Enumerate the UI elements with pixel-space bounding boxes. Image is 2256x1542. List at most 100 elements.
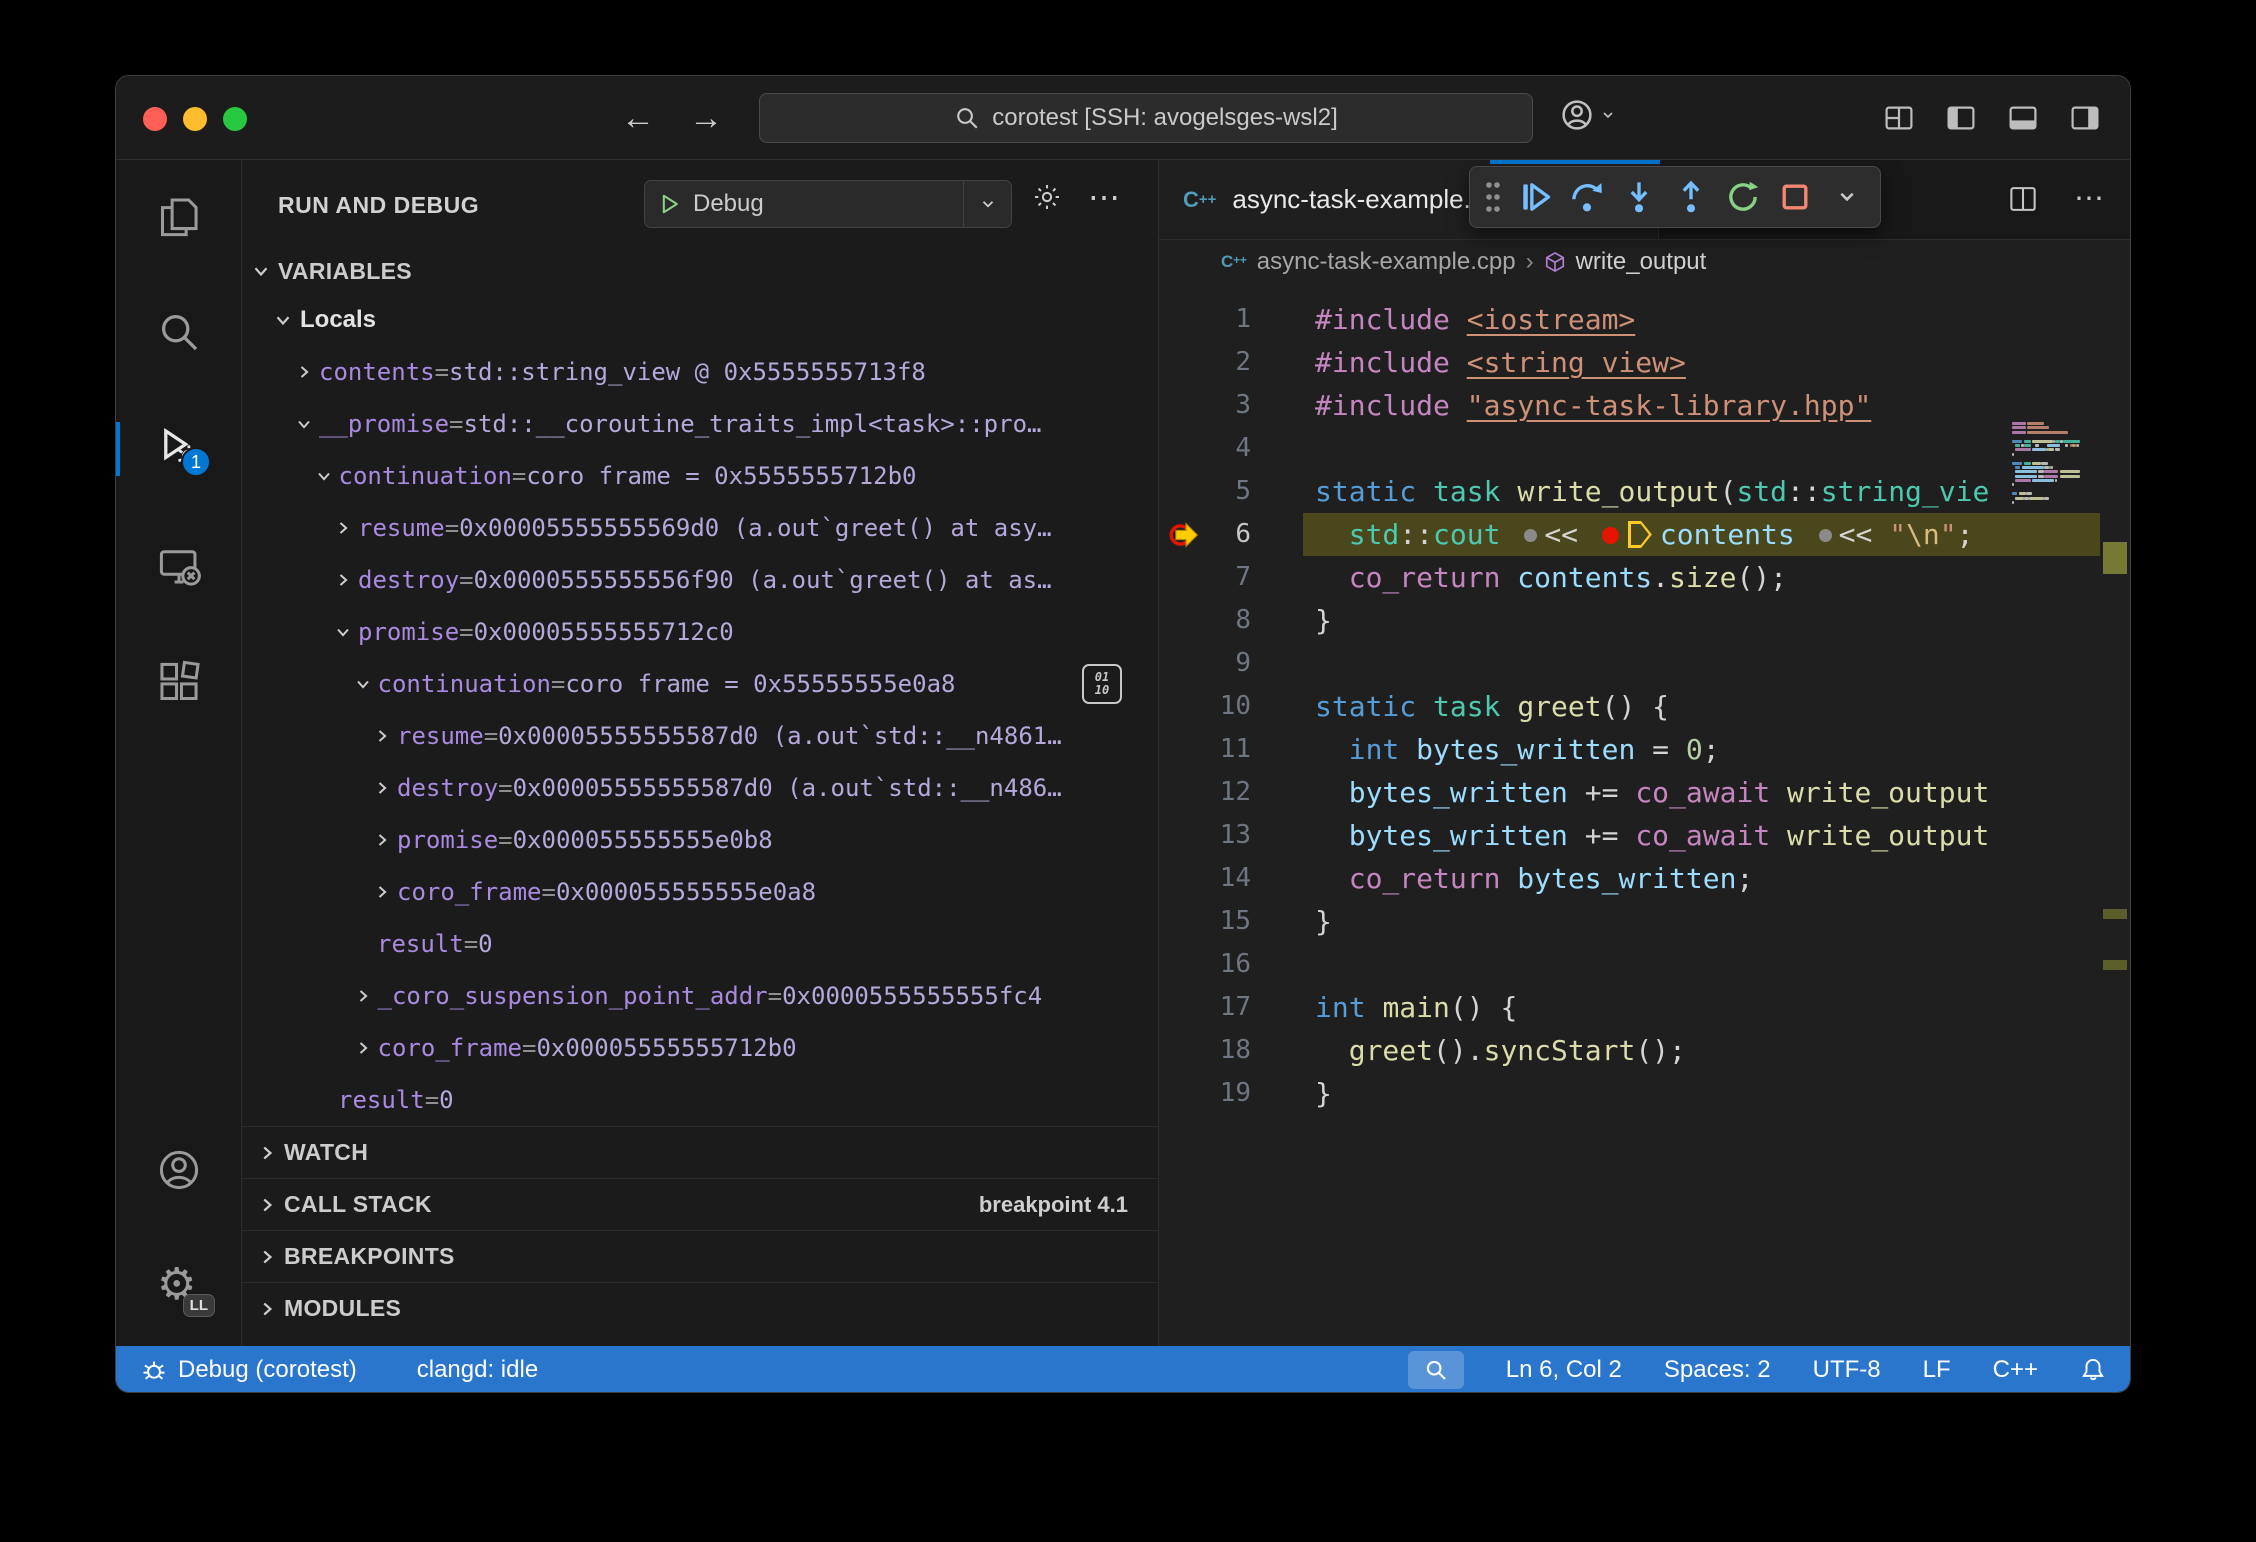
- line-number[interactable]: 18: [1159, 1029, 1269, 1072]
- line-number[interactable]: 16: [1159, 943, 1269, 986]
- code-line[interactable]: 18 greet().syncStart();: [1159, 1029, 2130, 1072]
- line-number[interactable]: 13: [1159, 814, 1269, 857]
- encoding-item[interactable]: UTF-8: [1813, 1356, 1881, 1384]
- twistie-icon[interactable]: [367, 721, 397, 751]
- line-number[interactable]: 9: [1159, 642, 1269, 685]
- step-out-button[interactable]: [1668, 174, 1714, 220]
- variable-row[interactable]: continuation = coro frame = 0x5555555712…: [242, 450, 1158, 502]
- call-stack-section-header[interactable]: CALL STACK breakpoint 4.1: [242, 1178, 1158, 1230]
- twistie-icon[interactable]: [367, 877, 397, 907]
- variable-row[interactable]: destroy = 0x0000555555556f90 (a.out`gree…: [242, 554, 1158, 606]
- inline-breakpoint-active-icon[interactable]: [1602, 527, 1619, 544]
- line-number[interactable]: 14: [1159, 857, 1269, 900]
- code-line[interactable]: 7 co_return contents.size();: [1159, 556, 2130, 599]
- debug-settings-gear-icon[interactable]: [1032, 182, 1062, 217]
- variable-row[interactable]: resume = 0x00005555555587d0 (a.out`std::…: [242, 710, 1158, 762]
- line-number[interactable]: 17: [1159, 986, 1269, 1029]
- variables-section-header[interactable]: VARIABLES: [242, 248, 1158, 294]
- line-number[interactable]: 5: [1159, 470, 1269, 513]
- views-more-actions-icon[interactable]: ⋯: [1088, 178, 1120, 216]
- command-center-search[interactable]: corotest [SSH: avogelsges-wsl2]: [759, 93, 1533, 143]
- zoom-window-button[interactable]: [223, 107, 247, 131]
- accounts-menu[interactable]: [1560, 98, 1616, 132]
- breakpoints-section-header[interactable]: BREAKPOINTS: [242, 1230, 1158, 1282]
- code-line[interactable]: 2#include <string_view>: [1159, 341, 2130, 384]
- inline-breakpoint-dot-icon[interactable]: [1819, 529, 1832, 542]
- variable-row[interactable]: coro_frame = 0x00005555555712b0: [242, 1022, 1158, 1074]
- start-debug-icon[interactable]: [659, 193, 681, 215]
- step-over-button[interactable]: [1564, 174, 1610, 220]
- code-line[interactable]: 8}: [1159, 599, 2130, 642]
- twistie-icon[interactable]: [309, 461, 339, 491]
- code-line[interactable]: 5static task write_output(std::string_vi…: [1159, 470, 2130, 513]
- twistie-icon[interactable]: [348, 981, 378, 1011]
- code-line[interactable]: 12 bytes_written += co_await write_outpu…: [1159, 771, 2130, 814]
- overview-ruler[interactable]: [2100, 406, 2130, 1346]
- code-line[interactable]: 10static task greet() {: [1159, 685, 2130, 728]
- code-line[interactable]: 16: [1159, 943, 2130, 986]
- code-line[interactable]: 9: [1159, 642, 2130, 685]
- code-line[interactable]: 1#include <iostream>: [1159, 298, 2130, 341]
- variable-row[interactable]: promise = 0x000055555555e0b8: [242, 814, 1158, 866]
- code-line[interactable]: 13 bytes_written += co_await write_outpu…: [1159, 814, 2130, 857]
- twistie-icon[interactable]: [289, 357, 319, 387]
- code-line[interactable]: 6 std::cout << contents << "\n";: [1159, 513, 2130, 556]
- back-button[interactable]: ←: [621, 99, 655, 138]
- code-line[interactable]: 11 int bytes_written = 0;: [1159, 728, 2130, 771]
- close-window-button[interactable]: [143, 107, 167, 131]
- dropdown-chevron-icon[interactable]: [963, 181, 1011, 227]
- line-number[interactable]: 19: [1159, 1072, 1269, 1115]
- settings-gear-icon[interactable]: ⚙ LL: [157, 1263, 201, 1307]
- code-line[interactable]: 4: [1159, 427, 2130, 470]
- twistie-icon[interactable]: [367, 773, 397, 803]
- variable-row[interactable]: promise = 0x00005555555712c0: [242, 606, 1158, 658]
- watch-section-header[interactable]: WATCH: [242, 1126, 1158, 1178]
- twistie-icon[interactable]: [348, 1033, 378, 1063]
- variable-row[interactable]: continuation = coro frame = 0x55555555e0…: [242, 658, 1158, 710]
- toggle-secondary-sidebar-icon[interactable]: [2069, 102, 2101, 134]
- code-line[interactable]: 19}: [1159, 1072, 2130, 1115]
- code-line[interactable]: 17int main() {: [1159, 986, 2130, 1029]
- remote-explorer-icon[interactable]: [157, 544, 201, 588]
- variable-row[interactable]: destroy = 0x00005555555587d0 (a.out`std:…: [242, 762, 1158, 814]
- forward-button[interactable]: →: [689, 99, 723, 138]
- debug-status-item[interactable]: Debug (corotest): [140, 1356, 357, 1384]
- line-number[interactable]: 2: [1159, 341, 1269, 384]
- toggle-primary-sidebar-icon[interactable]: [1945, 102, 1977, 134]
- eol-item[interactable]: LF: [1923, 1356, 1951, 1384]
- minimap[interactable]: [2012, 422, 2100, 505]
- line-number[interactable]: 11: [1159, 728, 1269, 771]
- customize-layout-icon[interactable]: [1883, 102, 1915, 134]
- breadcrumb-symbol[interactable]: write_output: [1576, 248, 1707, 276]
- toggle-panel-icon[interactable]: [2007, 102, 2039, 134]
- step-into-button[interactable]: [1616, 174, 1662, 220]
- account-icon[interactable]: [157, 1148, 201, 1192]
- twistie-icon[interactable]: [348, 669, 378, 699]
- modules-section-header[interactable]: MODULES: [242, 1282, 1158, 1334]
- debug-more-chevron-icon[interactable]: [1824, 174, 1870, 220]
- run-and-debug-icon[interactable]: 1: [157, 425, 201, 469]
- line-number[interactable]: 8: [1159, 599, 1269, 642]
- code-line[interactable]: 3#include "async-task-library.hpp": [1159, 384, 2130, 427]
- editor-more-actions-icon[interactable]: ⋯: [2074, 184, 2104, 214]
- twistie-icon[interactable]: [289, 409, 319, 439]
- twistie-icon[interactable]: [328, 617, 358, 647]
- extensions-icon[interactable]: [157, 660, 201, 704]
- view-binary-icon[interactable]: 0110: [1082, 664, 1122, 704]
- debug-config-dropdown[interactable]: Debug: [644, 180, 1012, 228]
- toolbar-gripper-icon[interactable]: [1480, 174, 1506, 220]
- variable-row[interactable]: result = 0: [242, 918, 1158, 970]
- indentation-item[interactable]: Spaces: 2: [1664, 1356, 1771, 1384]
- twistie-icon[interactable]: [367, 825, 397, 855]
- locals-scope-row[interactable]: Locals: [242, 294, 1158, 346]
- stop-button[interactable]: [1772, 174, 1818, 220]
- variable-row[interactable]: _coro_suspension_point_addr = 0x00005555…: [242, 970, 1158, 1022]
- variable-row[interactable]: contents = std::string_view @ 0x55555557…: [242, 346, 1158, 398]
- line-number[interactable]: 1: [1159, 298, 1269, 341]
- line-number[interactable]: 10: [1159, 685, 1269, 728]
- variable-row[interactable]: coro_frame = 0x000055555555e0a8: [242, 866, 1158, 918]
- code-line[interactable]: 15}: [1159, 900, 2130, 943]
- cursor-position-item[interactable]: Ln 6, Col 2: [1506, 1356, 1622, 1384]
- current-breakpoint-arrow-icon[interactable]: [1169, 518, 1203, 564]
- restart-button[interactable]: [1720, 174, 1766, 220]
